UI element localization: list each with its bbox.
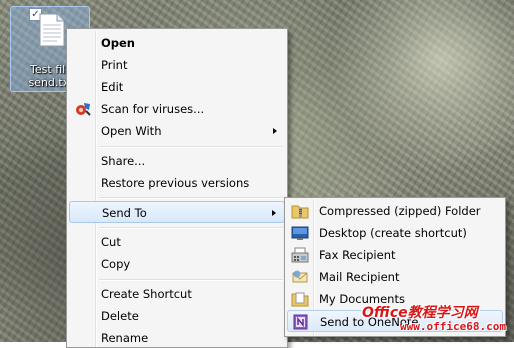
menu-item-label: Open (101, 36, 135, 50)
mail-icon (292, 270, 308, 283)
menu-item-label: Fax Recipient (319, 248, 396, 262)
antivirus-shield-icon (76, 103, 91, 116)
menu-item-label: Compressed (zipped) Folder (319, 204, 481, 218)
menu-item-label: Scan for viruses... (101, 102, 205, 116)
documents-folder-icon (291, 292, 309, 307)
onenote-icon (293, 314, 308, 330)
menu-item-label: Rename (101, 331, 149, 345)
menu-item-create-shortcut[interactable]: Create Shortcut (69, 283, 285, 305)
menu-item-label: Restore previous versions (101, 176, 250, 190)
menu-item-label: Open With (101, 124, 162, 138)
menu-item-send-to[interactable]: Send To (69, 201, 285, 223)
desktop-icon (291, 226, 309, 240)
menu-item-delete[interactable]: Delete (69, 305, 285, 327)
menu-item-label: Share... (101, 154, 146, 168)
menu-item-label: Copy (101, 257, 131, 271)
menu-item-scan[interactable]: Scan for viruses... (69, 98, 285, 120)
menu-item-copy[interactable]: Copy (69, 253, 285, 275)
sendto-item-mail[interactable]: Mail Recipient (287, 266, 503, 288)
menu-item-label: Desktop (create shortcut) (319, 226, 467, 240)
menu-separator (99, 227, 283, 229)
menu-item-label: Cut (101, 235, 121, 249)
menu-item-label: Edit (101, 80, 124, 94)
context-menu: Open Print Edit Scan for viruses... Open… (66, 28, 288, 348)
fax-icon (291, 247, 309, 263)
watermark-brand: Office教程学习网 (362, 305, 478, 321)
menu-item-label: Delete (101, 309, 139, 323)
menu-separator (99, 146, 283, 148)
menu-item-label: Print (101, 58, 128, 72)
menu-item-label: Send To (102, 206, 147, 220)
menu-item-label: Create Shortcut (101, 287, 192, 301)
menu-item-edit[interactable]: Edit (69, 76, 285, 98)
sendto-item-desktop[interactable]: Desktop (create shortcut) (287, 222, 503, 244)
menu-item-cut[interactable]: Cut (69, 231, 285, 253)
menu-item-print[interactable]: Print (69, 54, 285, 76)
menu-separator (99, 279, 283, 281)
menu-separator (99, 197, 283, 199)
menu-item-share[interactable]: Share... (69, 150, 285, 172)
menu-item-open[interactable]: Open (69, 32, 285, 54)
menu-item-label: Mail Recipient (319, 270, 400, 284)
sendto-item-fax[interactable]: Fax Recipient (287, 244, 503, 266)
sendto-item-zip[interactable]: Compressed (zipped) Folder (287, 200, 503, 222)
submenu-arrow-icon (272, 210, 276, 216)
menu-item-rename[interactable]: Rename (69, 327, 285, 347)
menu-item-open-with[interactable]: Open With (69, 120, 285, 142)
watermark-url: www.office68.com (400, 320, 506, 333)
menu-item-restore-versions[interactable]: Restore previous versions (69, 172, 285, 194)
submenu-arrow-icon (273, 128, 277, 134)
text-file-icon (39, 13, 65, 47)
zip-folder-icon (291, 205, 309, 219)
